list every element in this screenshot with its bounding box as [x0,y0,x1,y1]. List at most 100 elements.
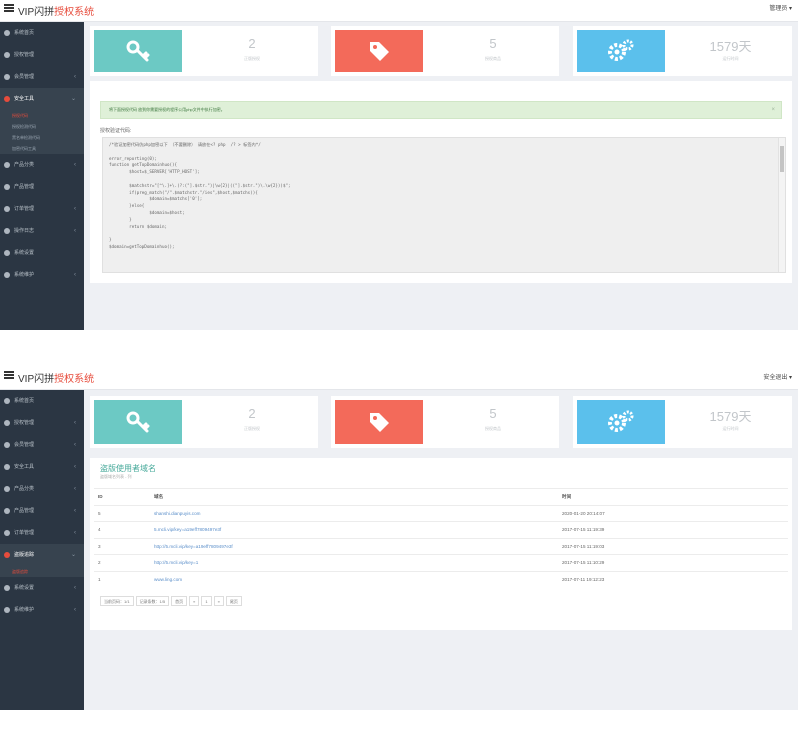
alert-text: 将下面授权代码 放到你需要授权的程序公用php文件中执行加密。 [109,107,225,112]
menu-item-icon [4,52,10,58]
pager-item[interactable]: « [189,596,200,606]
code-line: return $domain; [109,223,167,229]
cell-domain: http://5.mcli.vip/key=a19eff7809497e3f [150,537,558,555]
cell-time: 2017-07-15 11:19:39 [558,521,788,538]
sidebar: 系统首页 授权管理 ‹ 会员管理 ‹ 安全工具 ‹ 产品分类 ‹ 产品管理 ‹ 订单管理 ‹ 盗版追踪 ⌄ 盗… [0,390,84,710]
stat-card-uptime: 1579天 运行时间 [573,396,792,448]
code-line: }else{ [109,203,145,209]
code-line: } [109,237,112,243]
sidebar-item[interactable]: 系统首页 [0,22,84,44]
sidebar-item[interactable]: 系统首页 [0,390,84,412]
tag-icon [335,30,423,72]
cell-id: 5 [94,504,150,522]
menu-item-icon [4,508,10,514]
sidebar-subitem[interactable]: 授权检测代码 [0,121,84,132]
chevron-icon: ‹ [74,420,76,426]
menu-toggle-icon[interactable] [4,4,14,12]
sidebar-item[interactable]: 授权管理 ‹ [0,412,84,434]
sidebar-subitem[interactable]: 盗版追踪 [0,566,84,577]
sidebar-item-label: 系统设置 [14,585,35,591]
column-header-id: ID [94,488,150,505]
menu-item-icon [4,250,10,256]
sidebar-subitem[interactable]: 授权代码 [0,110,84,121]
sidebar-subitem[interactable]: 加密代码工具 [0,143,84,154]
pager-item[interactable]: 尾页 [225,596,242,606]
menu-item-icon [4,585,10,591]
pager-item[interactable]: » [213,596,224,606]
scrollbar[interactable] [778,138,785,272]
menu-item-icon [4,530,10,536]
gears-icon [577,30,665,72]
sidebar-item-label: 系统首页 [14,30,35,36]
sidebar-item[interactable]: 产品管理 [0,176,84,198]
sidebar-item[interactable]: 系统维护 ‹ [0,264,84,286]
panel-subtitle: 盗版域名列表 - 列 [100,474,132,479]
sidebar-item[interactable]: 产品分类 ‹ [0,154,84,176]
code-line: $host=$_SERVER['HTTP_HOST']; [109,169,200,175]
code-textarea[interactable]: /*验证加密代码仿php加密以下 （不要删除） 请放在<? php /? > 标… [102,137,786,273]
code-line: $matchstr="[^\.]+\.(?:("].$str.")|\w{2}|… [109,182,291,188]
code-line: /*验证加密代码仿php加密以下 （不要删除） 请放在<? php /? > 标… [109,142,261,147]
sidebar-item[interactable]: 产品管理 ‹ [0,500,84,522]
sidebar-item[interactable]: 系统维护 ‹ [0,599,84,621]
key-icon [94,400,182,444]
table-row: 2 http://5.mcli.vip/key=1 2017-07-15 11:10… [94,554,788,571]
sidebar-item-label: 系统维护 [14,607,35,613]
sidebar-item-label: 产品分类 [14,162,35,168]
stat-card-licenses: 2 正版授权 [90,396,318,448]
cell-domain: shanshi.dianpuyis.com [150,504,558,522]
chevron-icon: ⌄ [70,96,76,102]
menu-item-icon [4,30,10,36]
sidebar-item[interactable]: 订单管理 ‹ [0,198,84,220]
top-navbar: VIP闪拼授权系统 管理员 ▾ [0,0,798,22]
license-code-panel: 将下面授权代码 放到你需要授权的程序公用php文件中执行加密。 × 授权验证代码… [90,81,792,283]
sidebar-item[interactable]: 盗版追踪 ⌄ [0,544,84,566]
user-menu[interactable]: 管理员 ▾ [769,3,792,12]
sidebar-item-label: 系统维护 [14,272,35,278]
code-line: $domain=$matchs['0']; [109,196,203,202]
sidebar-item-label: 会员管理 [14,442,35,448]
pager-item[interactable]: 1 [201,596,212,606]
stat-label: 运行时间 [722,56,739,61]
pager-item[interactable]: 首页 [171,596,188,606]
sidebar-subitem[interactable]: 黑名单检测代码 [0,132,84,143]
pagination: 当前页码：1/1 记录条数：1/5 首页 «1» 尾页 [100,596,244,606]
stat-label: 正版授权 [244,56,260,61]
cell-id: 3 [94,537,150,555]
cell-domain: http://5.mcli.vip/key=1 [150,554,558,571]
sidebar-item-label: 授权管理 [14,52,35,58]
sidebar-item[interactable]: 安全工具 ‹ [0,456,84,478]
sidebar-item[interactable]: 产品分类 ‹ [0,478,84,500]
sidebar-item[interactable]: 授权管理 [0,44,84,66]
sidebar-item[interactable]: 操作日志 ‹ [0,220,84,242]
stat-value: 2 [248,406,256,421]
cell-time: 2017-07-15 11:19:03 [558,537,788,555]
stat-value: 1579天 [709,39,752,54]
cell-time: 2017-07-15 11:10:29 [558,554,788,571]
sidebar-item-label: 产品分类 [14,486,35,492]
sidebar-item[interactable]: 系统设置 [0,242,84,264]
screenshot-piracy-tracking: VIP闪拼授权系统 安全退出 ▾ 系统首页 授权管理 ‹ 会员管理 ‹ 安全工具 ‹ 产品分类… [0,362,798,710]
stat-label: 授权商品 [485,426,501,431]
code-label: 授权验证代码: [100,128,132,134]
sidebar-item[interactable]: 会员管理 ‹ [0,66,84,88]
sidebar-item[interactable]: 系统设置 ‹ [0,577,84,599]
menu-toggle-icon[interactable] [4,371,14,379]
menu-item-icon [4,162,10,168]
menu-item-icon [4,96,10,102]
sidebar-item[interactable]: 订单管理 ‹ [0,522,84,544]
user-menu[interactable]: 安全退出 ▾ [763,372,792,381]
screenshot-license-code: VIP闪拼授权系统 管理员 ▾ 系统首页 授权管理 会员管理 ‹ 安全工具 ⌄ 授权代码 授权… [0,0,798,330]
scrollbar-thumb[interactable] [780,146,784,172]
brand-title: VIP闪拼授权系统 [18,7,95,18]
sidebar-item[interactable]: 安全工具 ⌄ [0,88,84,110]
sidebar-item-label: 授权管理 [14,420,35,426]
panel-title: 盗版使用者域名 [100,464,156,473]
close-icon[interactable]: × [771,102,775,118]
sidebar-item-label: 订单管理 [14,530,35,536]
chevron-icon: ‹ [74,607,76,613]
sidebar-item[interactable]: 会员管理 ‹ [0,434,84,456]
chevron-icon: ‹ [74,228,76,234]
piracy-table: ID 域名 时间 5 shanshi.dianpuyis.com 2020-01-2… [94,488,788,588]
